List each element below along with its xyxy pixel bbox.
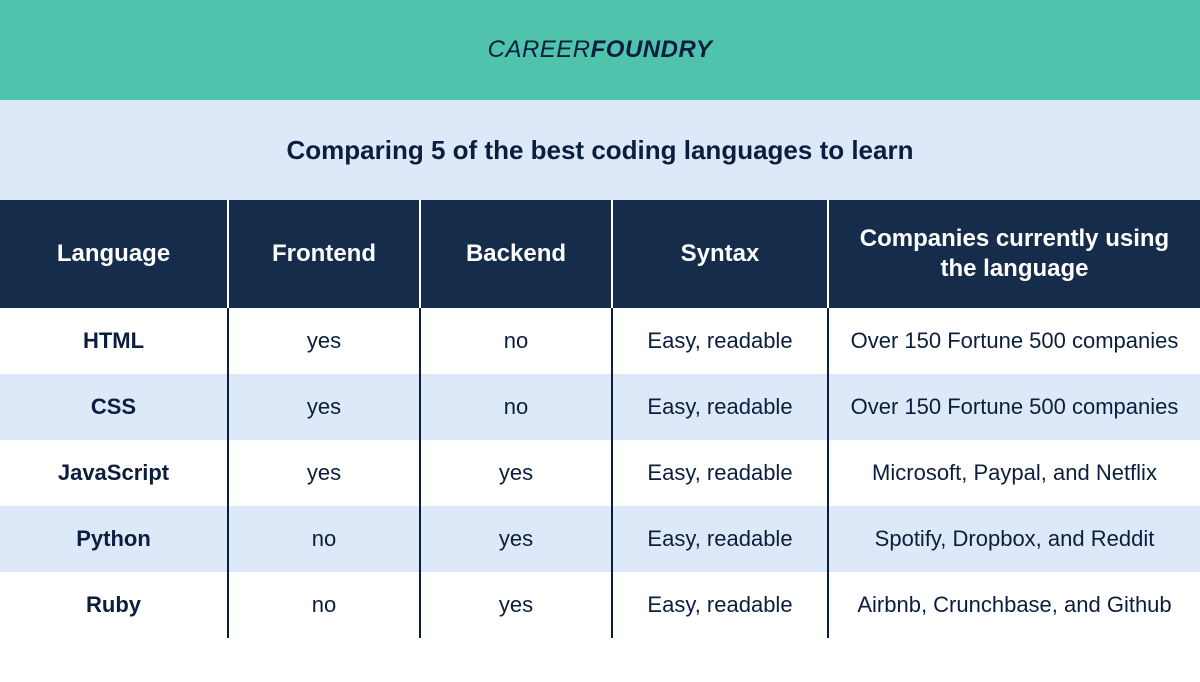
cell-language: Ruby	[0, 572, 228, 638]
col-header-frontend: Frontend	[228, 200, 420, 308]
table-row: HTML yes no Easy, readable Over 150 Fort…	[0, 308, 1200, 374]
table-row: Ruby no yes Easy, readable Airbnb, Crunc…	[0, 572, 1200, 638]
cell-companies: Airbnb, Crunchbase, and Github	[828, 572, 1200, 638]
cell-language: Python	[0, 506, 228, 572]
cell-backend: yes	[420, 440, 612, 506]
cell-companies: Over 150 Fortune 500 companies	[828, 374, 1200, 440]
cell-companies: Over 150 Fortune 500 companies	[828, 308, 1200, 374]
table-header-row: Language Frontend Backend Syntax Compani…	[0, 200, 1200, 308]
brand-logo-part1: CAREER	[488, 36, 591, 63]
subtitle-bar: Comparing 5 of the best coding languages…	[0, 100, 1200, 200]
cell-language: JavaScript	[0, 440, 228, 506]
cell-backend: no	[420, 374, 612, 440]
cell-frontend: no	[228, 572, 420, 638]
col-header-syntax: Syntax	[612, 200, 828, 308]
comparison-table: Language Frontend Backend Syntax Compani…	[0, 200, 1200, 638]
table-row: JavaScript yes yes Easy, readable Micros…	[0, 440, 1200, 506]
col-header-language: Language	[0, 200, 228, 308]
brand-logo-part2: FOUNDRY	[591, 36, 713, 63]
cell-backend: yes	[420, 572, 612, 638]
cell-backend: yes	[420, 506, 612, 572]
cell-syntax: Easy, readable	[612, 506, 828, 572]
cell-syntax: Easy, readable	[612, 308, 828, 374]
cell-frontend: yes	[228, 374, 420, 440]
cell-language: HTML	[0, 308, 228, 374]
brand-banner: CAREERFOUNDRY	[0, 0, 1200, 100]
cell-syntax: Easy, readable	[612, 374, 828, 440]
cell-companies: Spotify, Dropbox, and Reddit	[828, 506, 1200, 572]
cell-syntax: Easy, readable	[612, 572, 828, 638]
cell-language: CSS	[0, 374, 228, 440]
cell-frontend: yes	[228, 440, 420, 506]
cell-frontend: no	[228, 506, 420, 572]
cell-syntax: Easy, readable	[612, 440, 828, 506]
col-header-companies: Companies currently using the language	[828, 200, 1200, 308]
cell-frontend: yes	[228, 308, 420, 374]
page-subtitle: Comparing 5 of the best coding languages…	[287, 135, 914, 166]
table-row: CSS yes no Easy, readable Over 150 Fortu…	[0, 374, 1200, 440]
col-header-backend: Backend	[420, 200, 612, 308]
cell-companies: Microsoft, Paypal, and Netflix	[828, 440, 1200, 506]
table-row: Python no yes Easy, readable Spotify, Dr…	[0, 506, 1200, 572]
cell-backend: no	[420, 308, 612, 374]
brand-logo: CAREERFOUNDRY	[488, 36, 713, 64]
